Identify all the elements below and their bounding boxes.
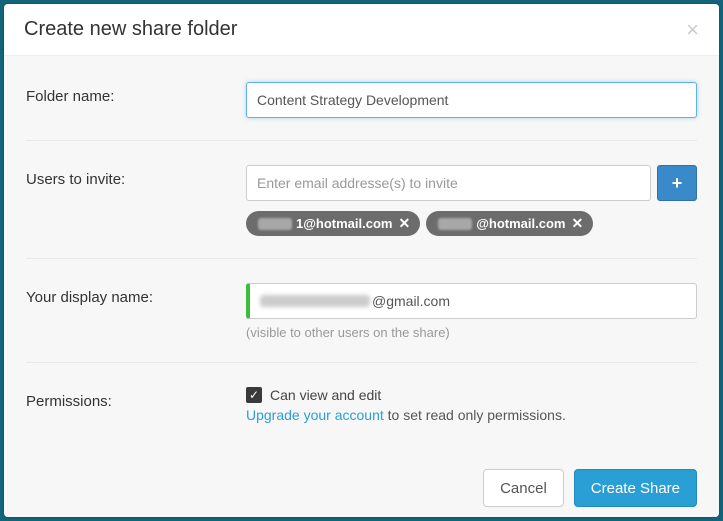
permissions-row: Permissions: ✓ Can view and edit Upgrade…: [26, 381, 697, 431]
folder-name-row: Folder name:: [26, 76, 697, 141]
display-name-input[interactable]: @gmail.com: [246, 283, 697, 319]
user-chip: @hotmail.com ✕: [426, 211, 593, 236]
permission-tail: to set read only permissions.: [384, 407, 566, 423]
chip-remove-icon[interactable]: ✕: [398, 215, 410, 232]
user-chip: 1@hotmail.com ✕: [246, 211, 420, 236]
display-name-content: @gmail.com (visible to other users on th…: [246, 283, 697, 340]
plus-icon: +: [672, 173, 683, 194]
modal-footer: Cancel Create Share: [26, 439, 697, 507]
users-invite-label: Users to invite:: [26, 165, 246, 188]
display-name-row: Your display name: @gmail.com (visible t…: [26, 277, 697, 363]
display-name-visible: @gmail.com: [372, 293, 450, 309]
modal-title: Create new share folder: [24, 18, 237, 41]
display-name-label: Your display name:: [26, 283, 246, 306]
cancel-button[interactable]: Cancel: [483, 469, 564, 507]
modal-body: Folder name: Users to invite: + 1@hotmai…: [4, 56, 719, 517]
users-invite-content: + 1@hotmail.com ✕ @hotmail.com ✕: [246, 165, 697, 236]
check-icon: ✓: [249, 389, 259, 401]
modal-header: Create new share folder ×: [4, 4, 719, 56]
close-icon[interactable]: ×: [686, 19, 699, 41]
invite-email-input[interactable]: [246, 165, 651, 201]
can-edit-label: Can view and edit: [270, 387, 381, 403]
permissions-label: Permissions:: [26, 387, 246, 410]
users-invite-row: Users to invite: + 1@hotmail.com ✕: [26, 159, 697, 259]
chip-hidden: [438, 218, 472, 230]
display-name-hidden: [260, 295, 370, 307]
folder-name-content: [246, 82, 697, 118]
add-user-button[interactable]: +: [657, 165, 697, 201]
invited-chips: 1@hotmail.com ✕ @hotmail.com ✕: [246, 211, 697, 236]
chip-remove-icon[interactable]: ✕: [571, 215, 583, 232]
create-share-modal: Create new share folder × Folder name: U…: [4, 4, 719, 517]
invite-input-row: +: [246, 165, 697, 201]
upgrade-account-link[interactable]: Upgrade your account: [246, 407, 384, 423]
display-name-hint: (visible to other users on the share): [246, 325, 697, 340]
can-edit-checkbox[interactable]: ✓: [246, 387, 262, 403]
folder-name-label: Folder name:: [26, 82, 246, 105]
chip-hidden: [258, 218, 292, 230]
permissions-content: ✓ Can view and edit Upgrade your account…: [246, 387, 697, 423]
permission-line: ✓ Can view and edit: [246, 387, 697, 403]
create-share-button[interactable]: Create Share: [574, 469, 697, 507]
permission-subtext: Upgrade your account to set read only pe…: [246, 407, 697, 423]
folder-name-input[interactable]: [246, 82, 697, 118]
chip-email: @hotmail.com: [476, 216, 565, 231]
chip-email: 1@hotmail.com: [296, 216, 392, 231]
